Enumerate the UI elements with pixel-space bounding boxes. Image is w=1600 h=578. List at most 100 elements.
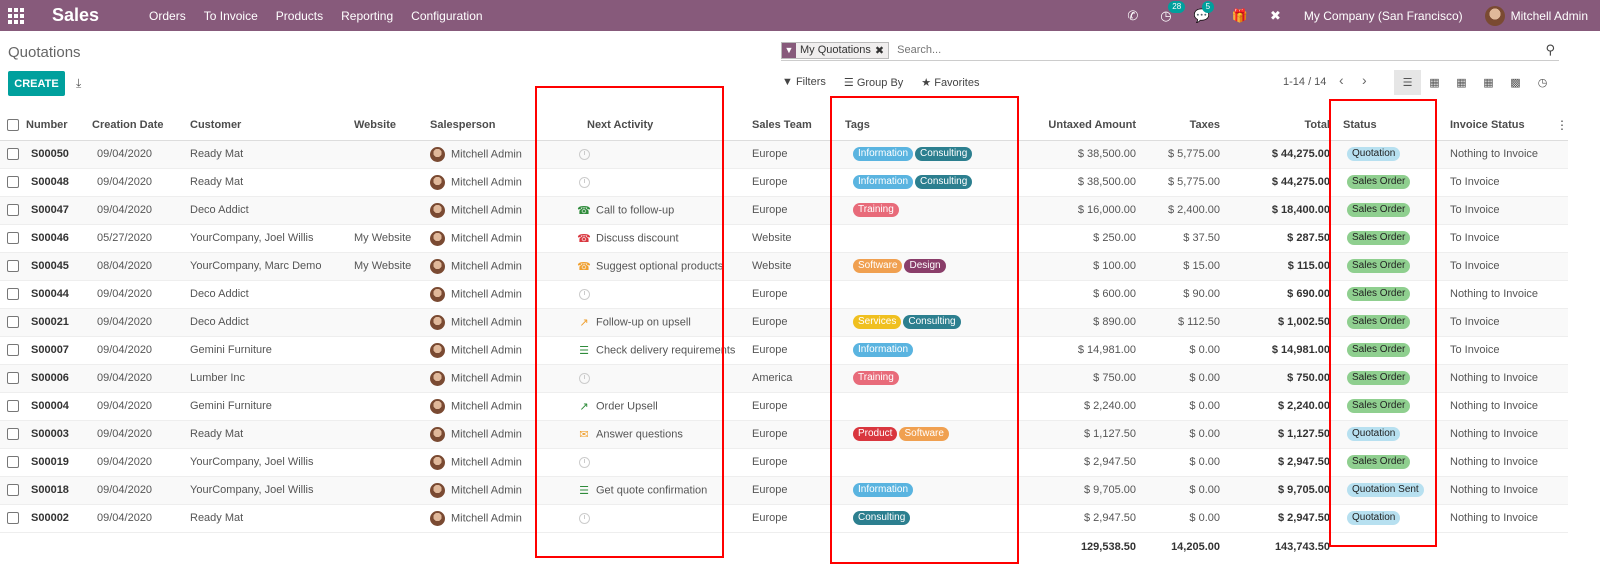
search-icon[interactable]: ⚲	[1545, 42, 1555, 58]
table-row[interactable]: S00019 09/04/2020 YourCompany, Joel Willis…	[0, 448, 1568, 477]
col-salesperson[interactable]: Salesperson	[430, 110, 552, 141]
col-total[interactable]: Total	[1228, 110, 1338, 141]
phone-icon[interactable]: ☎	[576, 204, 592, 217]
list-view-icon[interactable]: ☰	[1394, 70, 1421, 95]
activity-cell[interactable]: ↗ Order Upsell	[552, 392, 752, 421]
row-checkbox[interactable]	[7, 456, 19, 469]
col-next-activity[interactable]: Next Activity	[552, 110, 752, 141]
row-checkbox[interactable]	[7, 512, 19, 525]
kanban-view-icon[interactable]: ▦	[1421, 70, 1448, 95]
tools-icon[interactable]: ✖	[1270, 8, 1281, 24]
menu-products[interactable]: Products	[276, 9, 323, 23]
company-switcher[interactable]: My Company (San Francisco)	[1304, 9, 1463, 23]
calendar-view-icon[interactable]: ▦	[1448, 70, 1475, 95]
activity-cell[interactable]: ✉ Answer questions	[552, 420, 752, 449]
clock-icon[interactable]	[579, 512, 590, 524]
clock-icon[interactable]	[579, 288, 590, 300]
download-icon[interactable]: ⤓	[76, 76, 81, 91]
phone-icon[interactable]: ☎	[576, 260, 592, 273]
user-name[interactable]: Mitchell Admin	[1511, 9, 1588, 23]
clock-icon[interactable]	[579, 456, 590, 468]
graph-view-icon[interactable]: ▩	[1502, 70, 1529, 95]
user-avatar[interactable]	[1484, 5, 1505, 26]
activity-cell[interactable]	[552, 364, 752, 393]
create-button[interactable]: CREATE	[8, 71, 65, 96]
tasks-icon[interactable]: ☰	[576, 344, 592, 357]
table-row[interactable]: S00002 09/04/2020 Ready Mat Mitchell Admin E…	[0, 504, 1568, 533]
chart-icon[interactable]: ↗	[576, 400, 592, 413]
row-checkbox[interactable]	[7, 316, 19, 329]
col-taxes[interactable]: Taxes	[1144, 110, 1228, 141]
select-all-checkbox[interactable]	[7, 118, 19, 131]
favorites-dropdown[interactable]: ★ Favorites	[921, 76, 979, 89]
activity-cell[interactable]: ↗ Follow-up on upsell	[552, 308, 752, 337]
filters-dropdown[interactable]: ▼ Filters	[782, 76, 826, 89]
activity-cell[interactable]	[552, 140, 752, 169]
row-checkbox[interactable]	[7, 484, 19, 497]
col-sales-team[interactable]: Sales Team	[752, 110, 838, 141]
activity-cell[interactable]	[552, 448, 752, 477]
table-row[interactable]: S00048 09/04/2020 Ready Mat Mitchell Admin E…	[0, 168, 1568, 197]
pager-next-icon[interactable]: ›	[1362, 72, 1367, 88]
activity-cell[interactable]	[552, 280, 752, 309]
activity-cell[interactable]: ☰ Check delivery requirements	[552, 336, 752, 365]
menu-orders[interactable]: Orders	[149, 9, 186, 23]
row-checkbox[interactable]	[7, 204, 19, 217]
col-status[interactable]: Status	[1338, 110, 1444, 141]
clock-icon[interactable]	[579, 372, 590, 384]
row-checkbox[interactable]	[7, 344, 19, 357]
phone-icon[interactable]: ✆	[1127, 8, 1138, 24]
pivot-view-icon[interactable]: ▦	[1475, 70, 1502, 95]
menu-to-invoice[interactable]: To Invoice	[204, 9, 258, 23]
activity-view-icon[interactable]: ◷	[1529, 70, 1556, 95]
table-row[interactable]: S00044 09/04/2020 Deco Addict Mitchell Admi…	[0, 280, 1568, 309]
table-row[interactable]: S00045 08/04/2020 YourCompany, Marc Demo My…	[0, 252, 1568, 281]
chart-icon[interactable]: ↗	[576, 316, 592, 329]
activity-clock-icon[interactable]: ◷ 28	[1160, 0, 1186, 24]
messages-icon[interactable]: 💬 5	[1194, 0, 1215, 24]
tasks-icon[interactable]: ☰	[576, 484, 592, 497]
row-checkbox[interactable]	[7, 176, 19, 189]
col-customer[interactable]: Customer	[190, 110, 354, 141]
table-row[interactable]: S00018 09/04/2020 YourCompany, Joel Willis…	[0, 476, 1568, 505]
col-number[interactable]: Number	[26, 110, 92, 141]
search-input[interactable]	[897, 44, 1546, 56]
activity-cell[interactable]: ☰ Get quote confirmation	[552, 476, 752, 505]
table-row[interactable]: S00004 09/04/2020 Gemini Furniture Mitchell…	[0, 392, 1568, 421]
table-row[interactable]: S00047 09/04/2020 Deco Addict Mitchell Admi…	[0, 196, 1568, 225]
row-checkbox[interactable]	[7, 148, 19, 161]
optional-columns-icon[interactable]: ⋮	[1556, 118, 1568, 132]
clock-icon[interactable]	[579, 176, 590, 188]
activity-cell[interactable]: ☎ Call to follow-up	[552, 196, 752, 225]
menu-reporting[interactable]: Reporting	[341, 9, 393, 23]
table-row[interactable]: S00007 09/04/2020 Gemini Furniture Mitchell…	[0, 336, 1568, 365]
activity-cell[interactable]	[552, 168, 752, 197]
pager-previous-icon[interactable]: ‹	[1339, 72, 1344, 88]
col-invoice-status[interactable]: Invoice Status	[1444, 110, 1568, 141]
row-checkbox[interactable]	[7, 260, 19, 273]
gift-icon[interactable]: 🎁	[1232, 8, 1248, 24]
col-tags[interactable]: Tags	[838, 110, 1018, 141]
activity-cell[interactable]: ☎ Discuss discount	[552, 224, 752, 253]
pager-value[interactable]: 1-14 / 14	[1283, 76, 1326, 88]
table-row[interactable]: S00003 09/04/2020 Ready Mat Mitchell Admin ✉…	[0, 420, 1568, 449]
menu-configuration[interactable]: Configuration	[411, 9, 482, 23]
phone-icon[interactable]: ☎	[576, 232, 592, 245]
envelope-icon[interactable]: ✉	[576, 428, 592, 441]
row-checkbox[interactable]	[7, 428, 19, 441]
table-row[interactable]: S00050 09/04/2020 Ready Mat Mitchell Admin E…	[0, 140, 1568, 169]
row-checkbox[interactable]	[7, 288, 19, 301]
col-untaxed-amount[interactable]: Untaxed Amount	[1018, 110, 1144, 141]
apps-menu-icon[interactable]	[8, 7, 24, 24]
row-checkbox[interactable]	[7, 232, 19, 245]
table-row[interactable]: S00006 09/04/2020 Lumber Inc Mitchell Admin…	[0, 364, 1568, 393]
activity-cell[interactable]: ☎ Suggest optional products	[552, 252, 752, 281]
activity-cell[interactable]	[552, 504, 752, 533]
col-creation-date[interactable]: Creation Date	[92, 110, 190, 141]
row-checkbox[interactable]	[7, 400, 19, 413]
groupby-dropdown[interactable]: ☰ Group By	[844, 76, 903, 89]
row-checkbox[interactable]	[7, 372, 19, 385]
table-row[interactable]: S00046 05/27/2020 YourCompany, Joel Willis…	[0, 224, 1568, 253]
col-website[interactable]: Website	[354, 110, 430, 141]
table-row[interactable]: S00021 09/04/2020 Deco Addict Mitchell Admi…	[0, 308, 1568, 337]
